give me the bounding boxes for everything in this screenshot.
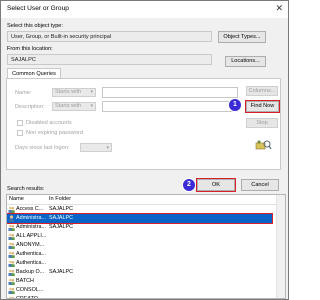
name-label: Name: xyxy=(15,90,32,96)
location-label: From this location: xyxy=(7,46,53,52)
table-row[interactable]: Authentica... xyxy=(7,250,272,259)
chevron-down-icon: ▾ xyxy=(90,89,93,95)
name-input[interactable] xyxy=(102,87,238,98)
result-name: Backup O... xyxy=(16,269,45,275)
table-row[interactable]: CONSOL... xyxy=(7,286,272,295)
object-types-button[interactable]: Object Types... xyxy=(218,31,266,43)
search-results-label: Search results: xyxy=(7,186,45,192)
table-row[interactable]: Backup O... SAJALPC xyxy=(7,268,272,277)
column-header-name[interactable]: Name xyxy=(9,196,24,202)
vertical-scrollbar[interactable] xyxy=(276,195,285,298)
chevron-down-icon: ▾ xyxy=(106,145,109,151)
location-field: SAJALPC xyxy=(7,54,212,65)
step-badge-2: 2 xyxy=(183,179,195,191)
group-icon xyxy=(8,269,15,276)
step-badge-1: 1 xyxy=(229,99,241,111)
user-icon xyxy=(9,215,14,222)
disabled-accounts-label: Disabled accounts xyxy=(26,120,72,126)
days-since-logon-label: Days since last logon: xyxy=(15,145,70,151)
stop-button[interactable]: Stop xyxy=(246,118,278,128)
result-folder: SAJALPC xyxy=(49,269,73,275)
name-operator-select[interactable]: Starts with ▾ xyxy=(52,88,96,97)
table-row[interactable]: Administra... SAJALPC xyxy=(7,213,273,224)
result-name: Authentica... xyxy=(16,251,46,257)
chevron-down-icon: ▾ xyxy=(90,103,93,109)
result-name: ALL APPLI... xyxy=(16,233,47,239)
cancel-button[interactable]: Cancel xyxy=(241,179,279,191)
table-row[interactable]: ALL APPLI... xyxy=(7,232,272,241)
result-name: Administra... xyxy=(16,215,46,221)
disabled-accounts-checkbox[interactable] xyxy=(17,120,23,126)
table-row[interactable]: Access C... SAJALPC xyxy=(7,205,272,214)
group-icon xyxy=(8,206,15,213)
description-label: Description: xyxy=(15,104,45,110)
columns-button[interactable]: Columns... xyxy=(246,86,278,96)
days-since-logon-select[interactable]: ▾ xyxy=(80,143,112,152)
title-bar[interactable]: Select User or Group ✕ xyxy=(1,1,288,18)
non-expiring-password-label: Non expiring password xyxy=(26,130,83,136)
table-row[interactable]: BATCH xyxy=(7,277,272,286)
group-icon xyxy=(8,287,15,294)
group-icon xyxy=(9,296,15,298)
result-name: Administra... xyxy=(16,224,46,230)
table-row[interactable]: Administra... SAJALPC xyxy=(7,223,272,232)
non-expiring-password-checkbox[interactable] xyxy=(17,130,23,136)
object-type-field: User, Group, or Built-in security princi… xyxy=(7,31,212,42)
find-now-button[interactable]: Find Now xyxy=(245,100,280,113)
result-name: CONSOL... xyxy=(16,287,44,293)
locations-button[interactable]: Locations... xyxy=(225,56,266,67)
search-results-list[interactable]: Name In Folder Access C... SAJALPC Adminis… xyxy=(6,194,286,299)
object-type-label: Select this object type: xyxy=(7,23,63,29)
group-icon xyxy=(8,278,15,285)
column-header-in-folder[interactable]: In Folder xyxy=(49,196,71,202)
group-icon xyxy=(8,251,15,258)
group-icon xyxy=(8,233,15,240)
description-operator-select[interactable]: Starts with ▾ xyxy=(52,102,96,111)
dialog-title: Select User or Group xyxy=(7,5,69,12)
table-row[interactable]: CREATO... xyxy=(7,295,272,299)
results-header: Name In Folder xyxy=(7,195,285,205)
ok-button[interactable]: OK xyxy=(196,178,236,192)
common-queries-panel: Name: Starts with ▾ Description: Starts w… xyxy=(6,78,281,170)
name-operator-value: Starts with xyxy=(55,89,82,95)
result-name: Authentica... xyxy=(16,260,46,266)
table-row[interactable]: ANONYM... xyxy=(7,241,272,250)
select-user-or-group-dialog: Select User or Group ✕ Select this objec… xyxy=(0,0,289,300)
result-name: BATCH xyxy=(16,278,34,284)
close-icon[interactable]: ✕ xyxy=(275,3,283,14)
result-name: Access C... xyxy=(16,206,44,212)
result-folder: SAJALPC xyxy=(49,215,73,221)
table-row[interactable]: Authentica... xyxy=(7,259,272,268)
description-operator-value: Starts with xyxy=(55,103,82,109)
result-folder: SAJALPC xyxy=(49,224,73,230)
group-icon xyxy=(8,224,15,231)
search-people-icon xyxy=(255,140,272,150)
description-input[interactable] xyxy=(102,101,238,112)
group-icon xyxy=(8,260,15,267)
group-icon xyxy=(8,242,15,249)
result-name: ANONYM... xyxy=(16,242,45,248)
result-folder: SAJALPC xyxy=(49,206,73,212)
result-name: CREATO... xyxy=(16,296,43,299)
